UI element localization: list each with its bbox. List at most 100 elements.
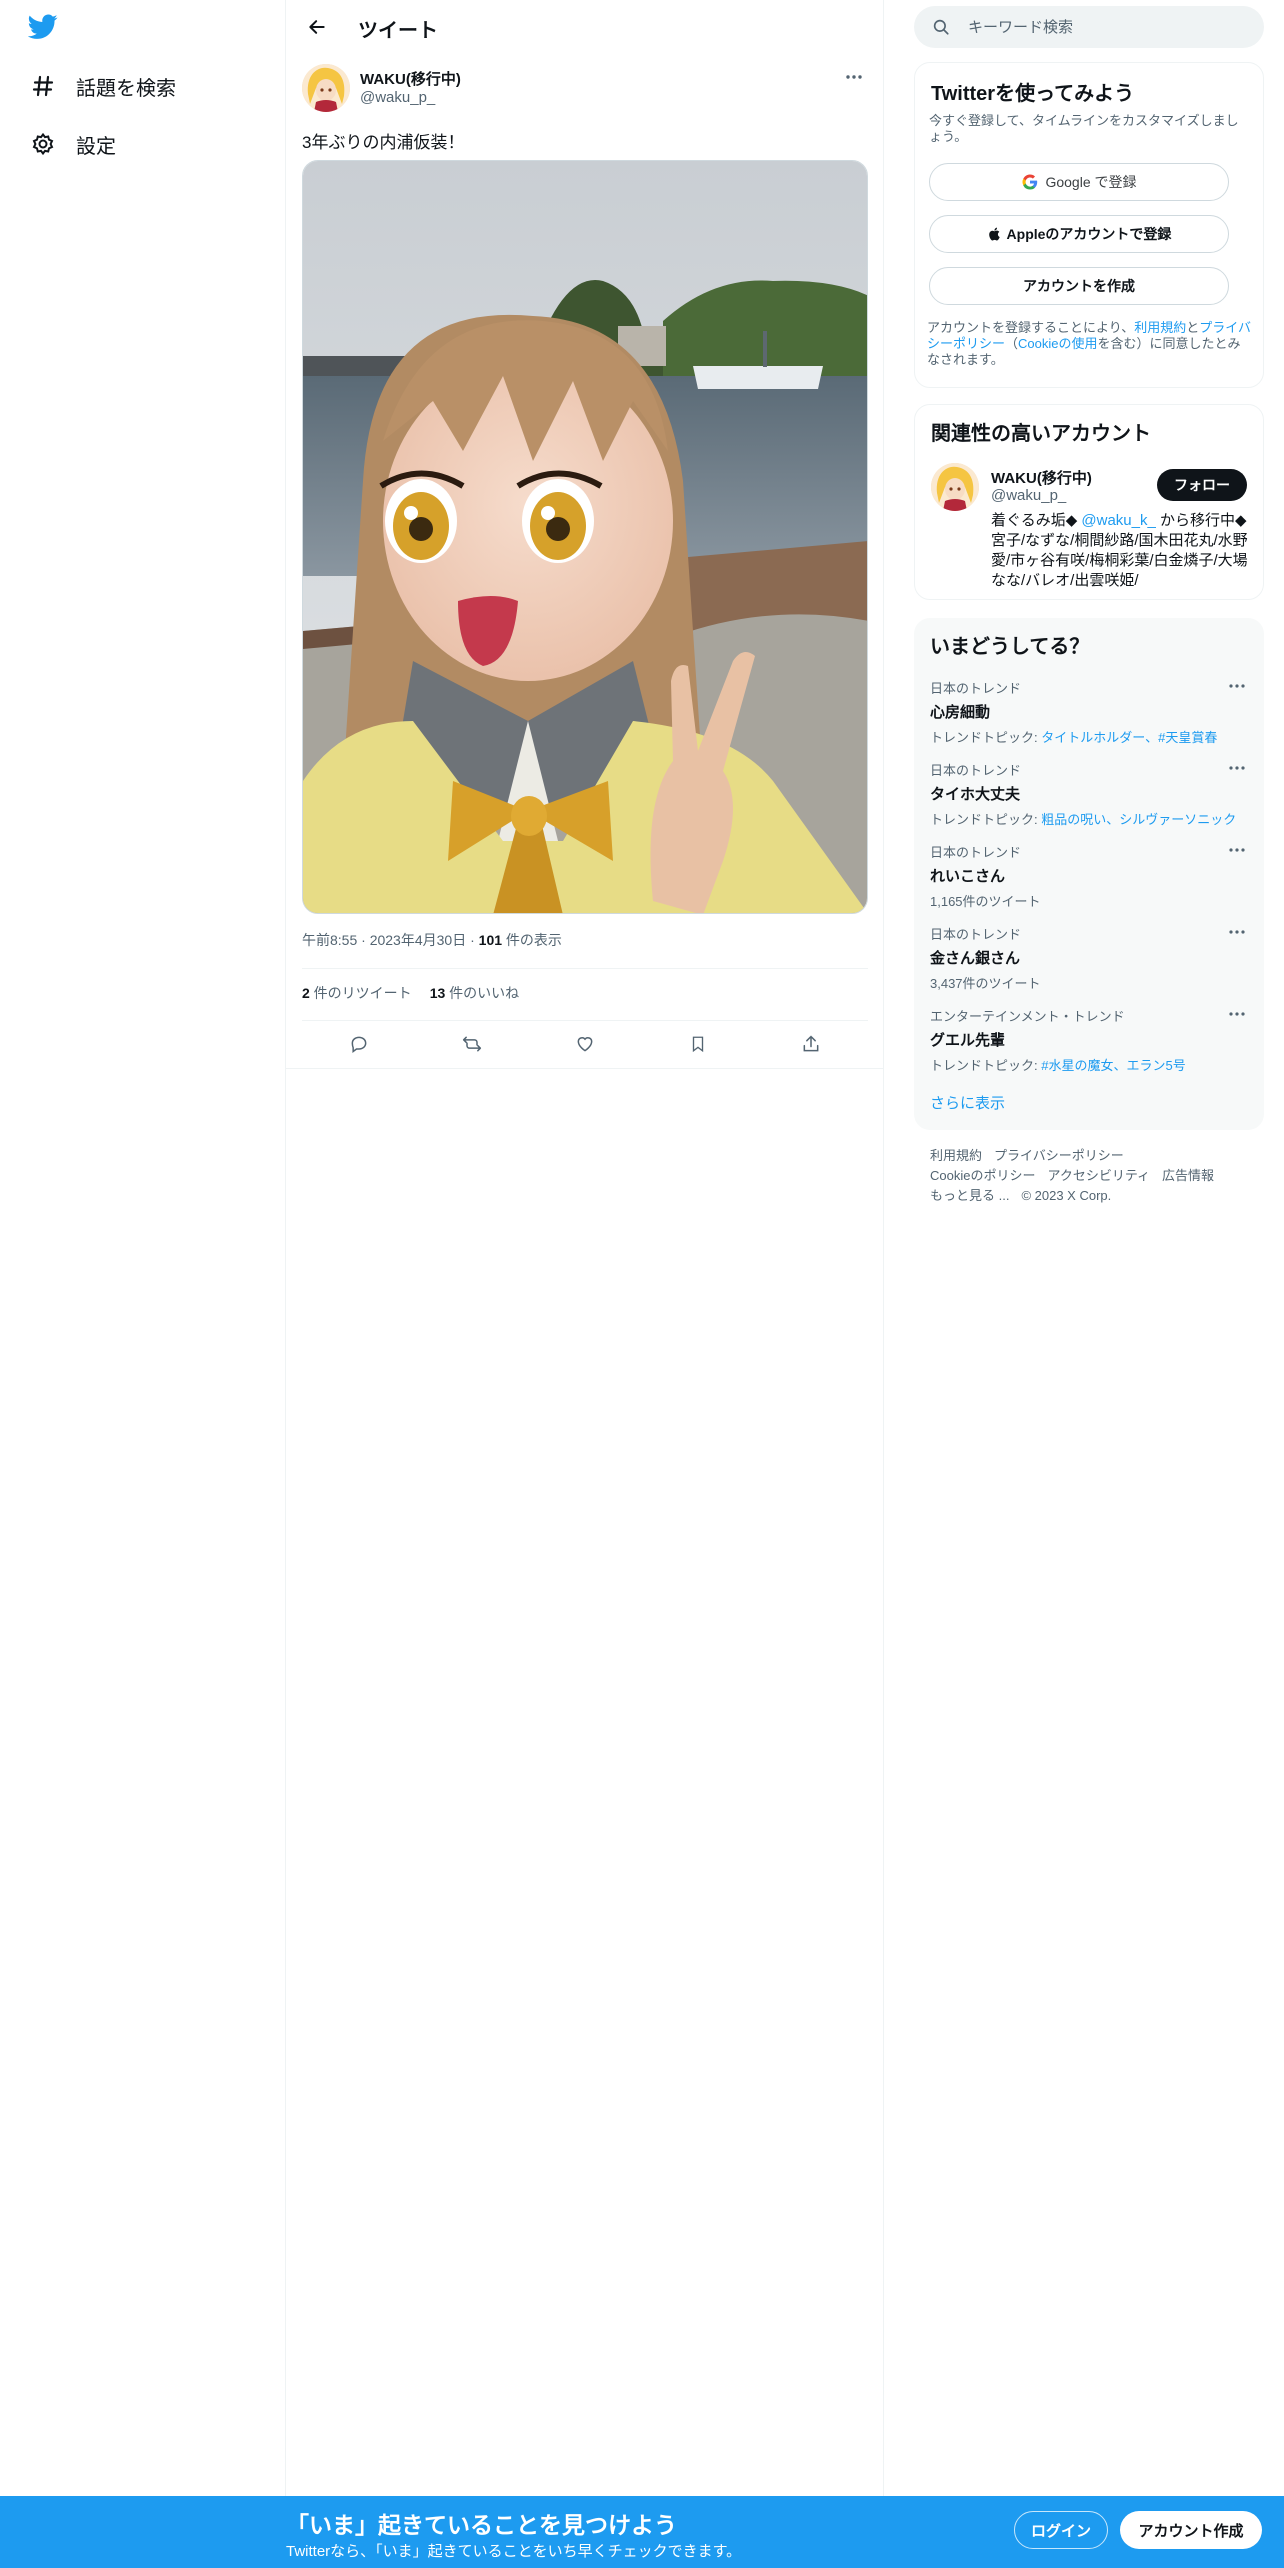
trend-category: 日本のトレンド xyxy=(930,927,1022,942)
trend-more-button[interactable] xyxy=(1226,760,1248,776)
retweet-count-link[interactable]: 2 件のリツイート xyxy=(302,983,412,1003)
nav-item-settings[interactable]: 設定 xyxy=(28,124,116,164)
trend-item[interactable]: 日本のトレンド タイホ大丈夫 トレンドトピック: 粗品の呪い、シルヴァーソニック xyxy=(930,760,1248,828)
follow-button[interactable]: フォロー xyxy=(1157,469,1247,501)
google-signup-button[interactable]: Google で登録 xyxy=(929,163,1229,201)
like-count-link[interactable]: 13 件のいいね xyxy=(430,983,519,1003)
footer-link[interactable]: 広告情報 xyxy=(1162,1168,1214,1183)
trend-sub: 3,437件のツイート xyxy=(930,973,1248,992)
signup-legal-text: アカウントを登録することにより、利用規約とプライバシーポリシー（Cookieの使… xyxy=(927,320,1251,368)
login-button[interactable]: ログイン xyxy=(1014,2511,1108,2549)
search-box[interactable] xyxy=(914,6,1264,48)
show-more-link[interactable]: さらに表示 xyxy=(930,1092,1005,1113)
more-icon xyxy=(1229,766,1245,770)
meta-separator: · xyxy=(466,932,479,948)
footer-link[interactable]: アクセシビリティ xyxy=(1047,1168,1150,1183)
page-title: ツイート xyxy=(358,20,438,42)
tweet-author: WAKU(移行中) @waku_p_ xyxy=(302,62,868,112)
trend-category: エンターテインメント・トレンド xyxy=(930,1009,1125,1024)
trend-more-button[interactable] xyxy=(1226,678,1248,694)
main-column: ツイート WAKU(移行中) @waku_p_ 3年ぶりの内浦仮装！ 午前8:5… xyxy=(286,0,884,2568)
trend-item[interactable]: エンターテインメント・トレンド グエル先輩 トレンドトピック: #水星の魔女、エ… xyxy=(930,1006,1248,1074)
trend-item[interactable]: 日本のトレンド 金さん銀さん 3,437件のツイート xyxy=(930,924,1248,992)
apple-icon xyxy=(988,227,1000,241)
legal-text: アカウントを登録することにより、 xyxy=(927,320,1135,335)
trend-more-button[interactable] xyxy=(1226,1006,1248,1022)
hashtag-icon xyxy=(28,71,58,101)
tweet-time[interactable]: 午前8:55 xyxy=(302,932,357,948)
retweet-button[interactable] xyxy=(455,1027,489,1061)
signup-button[interactable]: アカウント作成 xyxy=(1120,2511,1262,2549)
trend-more-button[interactable] xyxy=(1226,924,1248,940)
heart-icon xyxy=(577,1037,593,1052)
footer-row: 利用規約 プライバシーポリシー xyxy=(930,1146,1250,1166)
divider xyxy=(302,1020,868,1021)
twitter-logo-icon[interactable] xyxy=(27,14,62,44)
trend-item[interactable]: 日本のトレンド 心房細動 トレンドトピック: タイトルホルダー、#天皇賞春 xyxy=(930,678,1248,746)
trend-topic-link[interactable]: #水星の魔女、エラン5号 xyxy=(1041,1058,1185,1073)
bookmark-icon xyxy=(692,1036,704,1053)
trend-tweet-count: 1,165件のツイート xyxy=(930,894,1041,909)
nav-item-label: 設定 xyxy=(76,135,116,158)
like-button[interactable] xyxy=(568,1027,602,1061)
more-icon xyxy=(1229,848,1245,852)
trend-name: 金さん銀さん xyxy=(930,950,1021,967)
views-count: 101 xyxy=(478,932,503,948)
divider xyxy=(302,968,868,969)
trend-name: タイホ大丈夫 xyxy=(930,786,1021,803)
author-name[interactable]: WAKU(移行中) xyxy=(360,68,461,89)
signup-card-title: Twitterを使ってみよう xyxy=(931,83,1135,105)
trend-name: 心房細動 xyxy=(930,704,991,721)
trends-card: いまどうしてる？ 日本のトレンド 心房細動 トレンドトピック: タイトルホルダー… xyxy=(914,618,1264,1130)
trend-item[interactable]: 日本のトレンド れいこさん 1,165件のツイート xyxy=(930,842,1248,910)
tweet-date[interactable]: 2023年4月30日 xyxy=(370,932,467,948)
terms-link[interactable]: 利用規約 xyxy=(1134,320,1186,335)
create-account-button[interactable]: アカウントを作成 xyxy=(929,267,1229,305)
bookmark-button[interactable] xyxy=(681,1027,715,1061)
footer-link[interactable]: Cookieのポリシー xyxy=(930,1168,1035,1183)
share-icon xyxy=(803,1035,819,1052)
avatar[interactable] xyxy=(302,64,350,112)
who-to-follow-card: 関連性の高いアカウント WAKU(移行中) @waku_p_ フォロー 着ぐるみ… xyxy=(914,404,1264,600)
likes-count: 13 xyxy=(429,985,446,1001)
apple-signup-label: Appleのアカウントで登録 xyxy=(1006,226,1172,242)
legal-text: （ xyxy=(1005,336,1019,351)
apple-signup-button[interactable]: Appleのアカウントで登録 xyxy=(929,215,1229,253)
google-signup-label: Google で登録 xyxy=(1045,174,1137,190)
account-handle[interactable]: @waku_p_ xyxy=(991,487,1066,504)
footer-link[interactable]: プライバシーポリシー xyxy=(994,1148,1124,1163)
more-icon xyxy=(1229,684,1245,688)
avatar[interactable] xyxy=(931,463,979,511)
signup-card: Twitterを使ってみよう 今すぐ登録して、タイムラインをカスタマイズしましょ… xyxy=(914,62,1264,388)
share-button[interactable] xyxy=(794,1027,828,1061)
reply-button[interactable] xyxy=(342,1027,376,1061)
bio-mention-link[interactable]: @waku_k_ xyxy=(1081,512,1155,529)
footer-row: もっと見る ... © 2023 X Corp. xyxy=(930,1186,1250,1206)
likes-label: 件のいいね xyxy=(445,985,520,1001)
more-options-button[interactable] xyxy=(840,66,868,88)
bio-text: 着ぐるみ垢◆ xyxy=(991,512,1082,529)
trend-sub: トレンドトピック: 粗品の呪い、シルヴァーソニック xyxy=(930,809,1248,828)
tweet-actions xyxy=(302,1022,868,1066)
trend-name: グエル先輩 xyxy=(930,1032,1006,1049)
trend-sub-text: トレンドトピック: xyxy=(930,812,1042,827)
trend-topic-link[interactable]: 粗品の呪い、シルヴァーソニック xyxy=(1041,812,1236,827)
tweet-photo[interactable] xyxy=(302,160,868,914)
create-account-label: アカウントを作成 xyxy=(1023,278,1135,294)
cookie-link[interactable]: Cookieの使用 xyxy=(1018,336,1097,351)
retweets-label: 件のリツイート xyxy=(309,985,412,1001)
footer-link[interactable]: 利用規約 xyxy=(930,1148,982,1163)
search-input[interactable] xyxy=(968,18,1228,36)
back-button[interactable] xyxy=(300,12,334,42)
trend-more-button[interactable] xyxy=(1226,842,1248,858)
gear-icon xyxy=(28,129,58,159)
more-icon xyxy=(1229,930,1245,934)
signup-subtitle: 今すぐ登録して、タイムラインをカスタマイズしましょう。 xyxy=(929,113,1239,144)
more-icon xyxy=(1229,1012,1245,1016)
footer-more-link[interactable]: もっと見る ... xyxy=(930,1188,1009,1203)
account-name[interactable]: WAKU(移行中) xyxy=(991,467,1092,488)
trend-topic-link[interactable]: タイトルホルダー、#天皇賞春 xyxy=(1041,730,1217,745)
author-handle[interactable]: @waku_p_ xyxy=(360,89,435,106)
nav-item-explore[interactable]: 話題を検索 xyxy=(28,66,176,106)
reply-icon xyxy=(351,1036,367,1053)
